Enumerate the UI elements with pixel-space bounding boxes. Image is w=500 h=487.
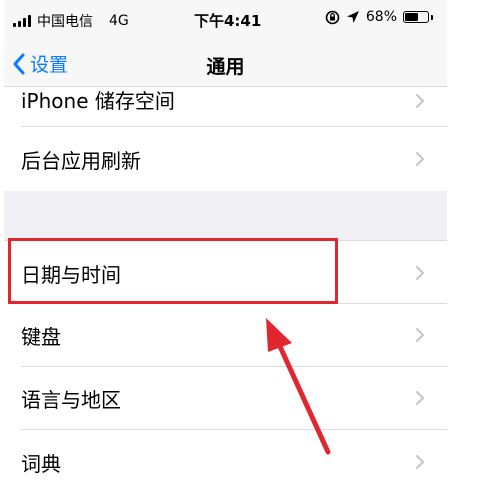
red-arrow-annotation — [266, 318, 331, 455]
